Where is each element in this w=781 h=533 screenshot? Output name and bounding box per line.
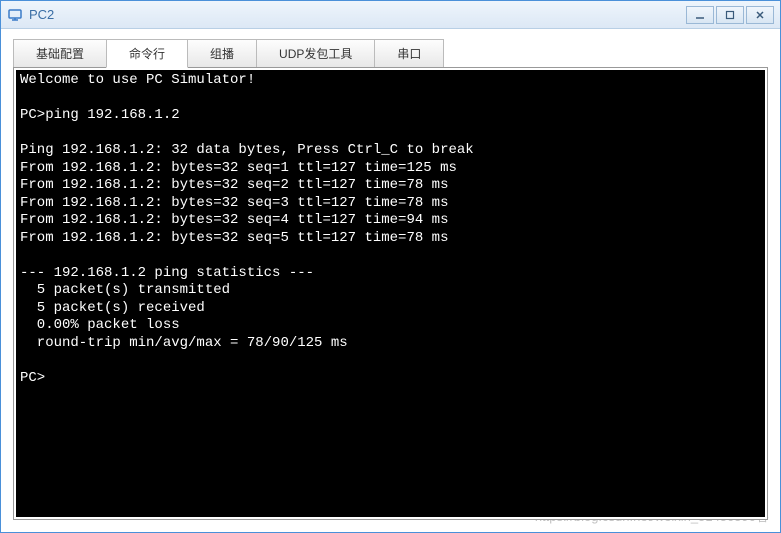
window-controls — [684, 6, 774, 24]
content-area: 基础配置 命令行 组播 UDP发包工具 串口 Welcome to use PC… — [1, 29, 780, 532]
tab-label: 组播 — [210, 47, 234, 61]
tab-basic-config[interactable]: 基础配置 — [13, 39, 107, 68]
app-window: PC2 基础配置 命令行 组播 UDP发包工具 串口 Welcome to us… — [0, 0, 781, 533]
terminal-container: Welcome to use PC Simulator! PC>ping 192… — [13, 67, 768, 520]
window-title: PC2 — [29, 7, 684, 22]
minimize-button[interactable] — [686, 6, 714, 24]
maximize-button[interactable] — [716, 6, 744, 24]
terminal[interactable]: Welcome to use PC Simulator! PC>ping 192… — [16, 70, 765, 517]
tab-label: 串口 — [397, 47, 421, 61]
tab-multicast[interactable]: 组播 — [187, 39, 257, 68]
close-button[interactable] — [746, 6, 774, 24]
tab-label: 基础配置 — [36, 47, 84, 61]
app-icon — [7, 7, 23, 23]
tab-command-line[interactable]: 命令行 — [106, 39, 188, 68]
titlebar: PC2 — [1, 1, 780, 29]
tab-label: 命令行 — [129, 47, 165, 61]
tab-udp-tool[interactable]: UDP发包工具 — [256, 39, 375, 68]
tab-label: UDP发包工具 — [279, 47, 352, 61]
tab-bar: 基础配置 命令行 组播 UDP发包工具 串口 — [13, 39, 768, 68]
tab-serial[interactable]: 串口 — [374, 39, 444, 68]
